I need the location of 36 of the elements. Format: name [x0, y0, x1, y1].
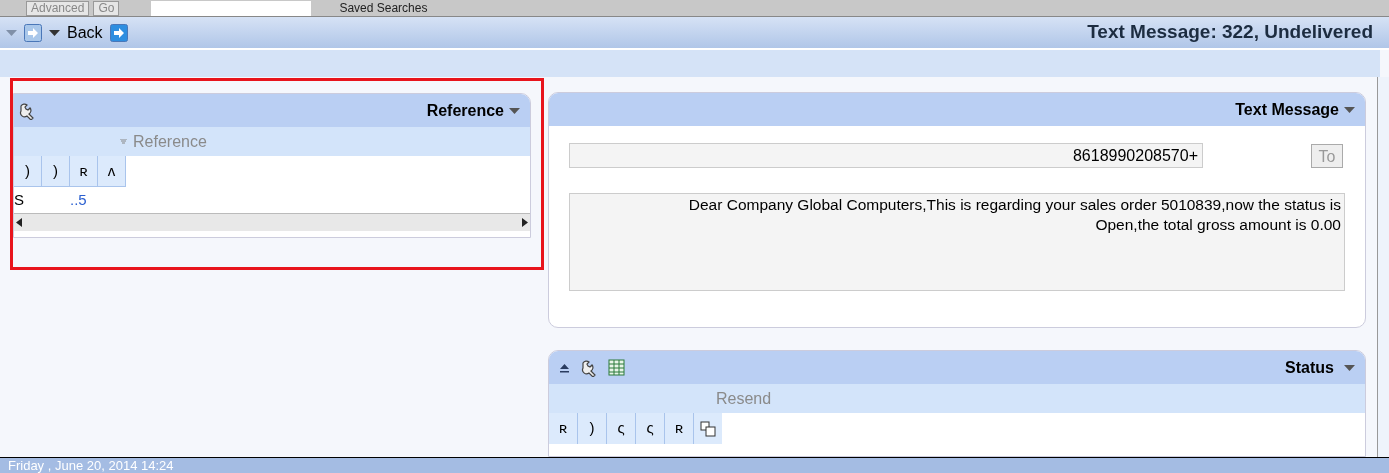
recipient-field[interactable]: 8618990208570+: [569, 143, 1203, 168]
column-header[interactable]: ʀ: [665, 413, 694, 444]
vertical-scrollbar[interactable]: [1377, 77, 1389, 457]
scroll-right-icon[interactable]: [522, 218, 528, 227]
saved-searches-label[interactable]: Saved Searches: [339, 1, 428, 15]
panel-title: Reference: [426, 100, 504, 121]
panel-title: Status: [1285, 357, 1334, 378]
columns-icon[interactable]: [700, 420, 716, 437]
column-header[interactable]: ς: [607, 413, 636, 444]
table-cell: S: [14, 190, 24, 208]
search-field[interactable]: [151, 0, 312, 16]
caret-icon[interactable]: [1344, 364, 1355, 371]
spreadsheet-icon[interactable]: [608, 359, 625, 376]
panel-title: Text Message: [1235, 99, 1339, 120]
scroll-left-icon[interactable]: [16, 218, 22, 227]
arrow-right-icon[interactable]: [24, 23, 42, 42]
caret-icon[interactable]: [509, 107, 520, 114]
horizontal-scrollbar[interactable]: [14, 213, 530, 231]
wrench-icon[interactable]: [18, 101, 36, 120]
message-body-field[interactable]: Dear Company Global Computers,This is regarding your sales order 5010839,now the status is Open,the total gross amount is 0.00: [569, 193, 1345, 291]
page-title: Text Message: 322, Undelivered: [1087, 20, 1373, 45]
caret-icon[interactable]: [49, 29, 60, 36]
column-header[interactable]: ʌ: [98, 156, 126, 187]
column-header[interactable]: ς: [636, 413, 665, 444]
column-header[interactable]: ʀ: [70, 156, 98, 187]
status-bar-date: Friday , June 20, 2014 14:24: [8, 458, 174, 473]
reference-link[interactable]: ..5: [70, 190, 87, 208]
column-header[interactable]: ʀ: [549, 413, 578, 444]
column-header[interactable]: ): [578, 413, 607, 444]
caret-icon[interactable]: [1344, 106, 1355, 113]
column-header[interactable]: ): [14, 156, 42, 187]
back-button[interactable]: Back: [67, 20, 103, 45]
wrench-icon[interactable]: [580, 358, 598, 377]
eject-icon[interactable]: [559, 362, 570, 373]
arrow-right-icon[interactable]: [109, 23, 128, 42]
column-header[interactable]: ): [42, 156, 70, 187]
